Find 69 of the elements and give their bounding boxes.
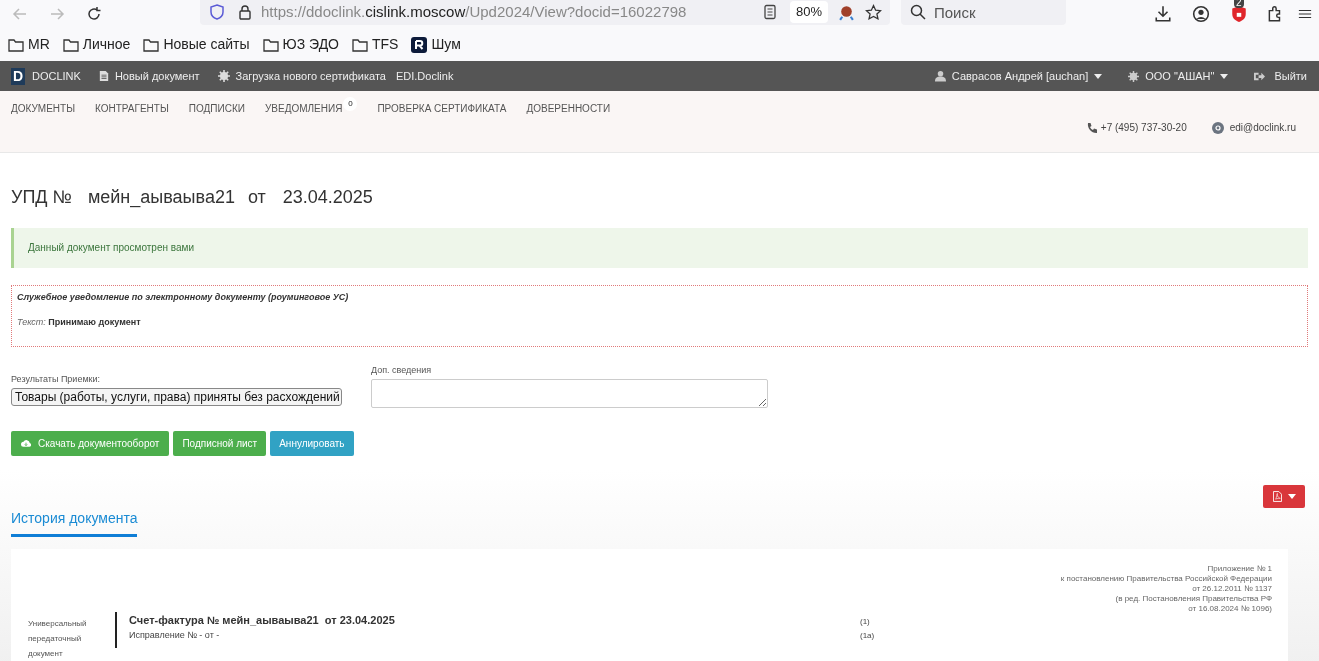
field-label: Результаты Приемки: [11, 373, 102, 386]
nav-link[interactable]: ПОДПИСКИ [188, 100, 245, 116]
folder-icon [62, 36, 79, 53]
gear-icon [217, 70, 230, 82]
folder-icon [262, 36, 279, 53]
bookmark-item[interactable]: ЮЗ ЭДО [262, 34, 339, 55]
logout-link[interactable]: Выйти [1254, 67, 1307, 85]
bookmark-item[interactable]: Личное [62, 34, 131, 55]
bookmark-item[interactable]: MR [8, 34, 50, 55]
phone-icon [1085, 121, 1098, 134]
url-text: https://ddoclink.cislink.moscow/Upd2024/View?docid=16022798 [261, 1, 687, 22]
top-menu-link[interactable]: EDI.Doclink [395, 67, 454, 85]
document-icon [98, 70, 109, 82]
organization-menu[interactable]: ООО "АШАН" [1128, 67, 1229, 85]
lock-icon [237, 4, 253, 20]
bookmark-item[interactable]: TFS [352, 34, 399, 55]
nav-link[interactable]: ДОКУМЕНТЫ [11, 100, 76, 116]
notice-text: Текст: Принимаю документ [17, 315, 142, 329]
star-icon[interactable] [865, 3, 882, 21]
shield-extension-icon[interactable] [1230, 5, 1248, 23]
caret-icon [1220, 73, 1229, 79]
cloud-download-icon [21, 438, 31, 448]
sign-out-icon [1254, 70, 1266, 82]
nav-link[interactable]: УВЕДОМЛЕНИЯ 0 [264, 100, 358, 116]
folder-icon [143, 36, 160, 53]
appendix-note: Приложение № 1 к постановлению Правительства Российской Федерации от 26.12.2011 № 1137 (в ред. Постановления Правительства РФ от 16.08.2024 № 1096) [1060, 563, 1272, 614]
nav-link[interactable]: ПРОВЕРКА СЕРТИФИКАТА [377, 100, 507, 116]
field-number: (1) [860, 615, 870, 628]
field-number: (1а) [860, 629, 875, 642]
bookmark-item[interactable]: Шум [411, 34, 461, 55]
field-label: Доп. сведения [371, 364, 433, 377]
email-contact[interactable]: edi@doclink.ru [1211, 120, 1296, 135]
caret-icon [1094, 73, 1103, 79]
pdf-dropdown-button[interactable] [1263, 484, 1305, 508]
folder-icon [352, 36, 368, 53]
caret-icon [1287, 493, 1296, 499]
account-icon[interactable] [1192, 5, 1210, 23]
tab[interactable]: История документа [11, 507, 138, 537]
search-field[interactable]: Поиск [901, 0, 1066, 25]
nav-link[interactable]: КОНТРАГЕНТЫ [95, 100, 169, 116]
pdf-file-icon [1272, 490, 1282, 502]
phone-contact: +7 (495) 737-30-20 [1085, 120, 1187, 135]
bookmark-item[interactable]: Новые сайты [143, 34, 250, 55]
folder-icon [8, 36, 24, 53]
user-menu[interactable]: Саврасов Андрей [auchan] [934, 67, 1103, 85]
user-icon [934, 70, 946, 82]
shield-icon [209, 4, 225, 20]
address-bar[interactable]: https://ddoclink.cislink.moscow/Upd2024/View?docid=16022798 80% [200, 0, 890, 25]
reload-icon[interactable] [86, 6, 102, 22]
document-type-label: Универсальный передаточный документ [28, 617, 88, 660]
top-menu-link[interactable]: Новый документ [98, 67, 200, 85]
correction-line: Исправление № - от - [129, 628, 221, 642]
app-logo-icon [411, 36, 428, 53]
nav-link[interactable]: ДОВЕРЕННОСТИ [526, 100, 611, 116]
top-menu-link[interactable]: Загрузка нового сертификата [217, 67, 386, 85]
additional-info-field[interactable] [371, 378, 768, 408]
zoom-level[interactable]: 80% [789, 1, 828, 23]
download-icon[interactable] [1154, 5, 1172, 23]
reader-view-icon[interactable] [761, 4, 778, 20]
document-title: УПД № мейн_аываыва21 от 23.04.2025 [11, 186, 374, 210]
logo-icon: D [11, 67, 25, 85]
search-icon [910, 4, 926, 20]
brand-link[interactable]: D DOCLINK [11, 67, 81, 85]
acceptance-result-select[interactable]: Товары (работы, услуги, права) приняты без расхождений [11, 387, 342, 406]
count-badge: 0 [343, 97, 358, 111]
invoice-heading: Счет-фактура № мейн_аываыва21 от 23.04.2025 [129, 612, 396, 628]
gear-icon [1128, 70, 1140, 82]
notice-title: Служебное уведомление по электронному документу (роуминговое УС) [17, 291, 350, 304]
info-alert: Данный документ просмотрен вами [11, 228, 1308, 268]
